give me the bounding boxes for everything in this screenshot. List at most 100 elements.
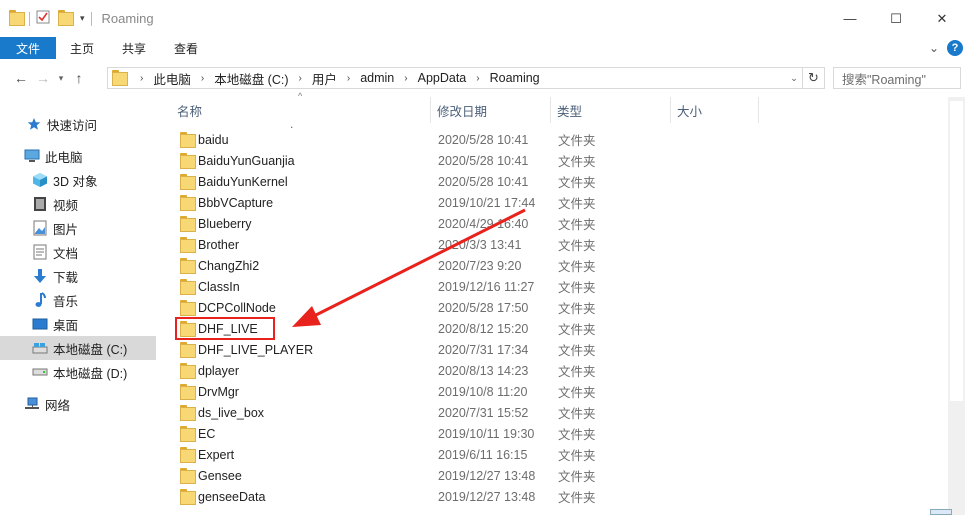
list-item[interactable]: Blueberry 2020/4/29 16:40 文件夹 — [158, 213, 948, 234]
address-bar[interactable]: › 此电脑 › 本地磁盘 (C:) › 用户 › admin › AppData… — [107, 67, 803, 89]
sidebar-item-label: 下载 — [53, 270, 79, 285]
folder-icon — [180, 384, 196, 401]
sidebar-item-videos[interactable]: 视频 — [0, 192, 156, 216]
chevron-right-icon[interactable]: › — [476, 73, 479, 84]
help-icon[interactable]: ? — [947, 40, 963, 56]
list-item[interactable]: DrvMgr 2019/10/8 11:20 文件夹 — [158, 381, 948, 402]
view-toggle-button[interactable] — [930, 509, 952, 515]
folder-icon — [180, 363, 196, 380]
recent-locations-chevron-icon[interactable]: ▾ — [54, 73, 68, 84]
list-item[interactable]: DCPCollNode 2020/5/28 17:50 文件夹 — [158, 297, 948, 318]
list-item[interactable]: genseeData 2019/12/27 13:48 文件夹 — [158, 486, 948, 507]
folder-icon — [180, 447, 196, 464]
list-item[interactable]: dplayer 2020/8/13 14:23 文件夹 — [158, 360, 948, 381]
maximize-button[interactable]: ☐ — [873, 0, 919, 37]
list-item[interactable]: ClassIn 2019/12/16 11:27 文件夹 — [158, 276, 948, 297]
sidebar-item-downloads[interactable]: 下载 — [0, 264, 156, 288]
list-item[interactable]: EC 2019/10/11 19:30 文件夹 — [158, 423, 948, 444]
document-icon — [32, 244, 48, 260]
list-item[interactable]: ds_live_box 2020/7/31 15:52 文件夹 — [158, 402, 948, 423]
file-type: 文件夹 — [558, 134, 596, 148]
list-item[interactable]: DHF_LIVE_PLAYER 2020/7/31 17:34 文件夹 — [158, 339, 948, 360]
expand-ribbon-icon[interactable]: ⌄ — [929, 41, 939, 55]
list-item[interactable]: ChangZhi2 2020/7/23 9:20 文件夹 — [158, 255, 948, 276]
column-divider[interactable] — [550, 97, 551, 123]
scrollbar-thumb[interactable] — [950, 101, 963, 401]
breadcrumb-roaming[interactable]: Roaming — [490, 71, 540, 85]
sidebar-item-documents[interactable]: 文档 — [0, 240, 156, 264]
file-name: BaiduYunGuanjia — [198, 153, 295, 168]
sidebar-item-label: 本地磁盘 (D:) — [53, 366, 128, 381]
file-name: genseeData — [198, 489, 266, 504]
list-item[interactable]: BaiduYunKernel 2020/5/28 10:41 文件夹 — [158, 171, 948, 192]
sidebar-item-label: 3D 对象 — [53, 174, 98, 189]
column-header-modified[interactable]: 修改日期 — [437, 97, 549, 123]
refresh-icon: ↻ — [808, 70, 819, 85]
file-name: Gensee — [198, 468, 242, 483]
back-arrow-icon[interactable]: ← — [10, 70, 32, 86]
chevron-right-icon[interactable]: › — [140, 73, 143, 84]
file-name: baidu — [198, 132, 229, 147]
chevron-right-icon[interactable]: › — [347, 73, 350, 84]
breadcrumb-users[interactable]: 用户 — [312, 69, 337, 88]
sidebar-item-desktop[interactable]: 桌面 — [0, 312, 156, 336]
sidebar-item-pictures[interactable]: 图片 — [0, 216, 156, 240]
column-divider[interactable] — [430, 97, 431, 123]
file-date: 2020/8/13 14:23 — [438, 363, 529, 378]
breadcrumb-local-disk-c[interactable]: 本地磁盘 (C:) — [214, 69, 288, 88]
customize-dropdown-icon[interactable]: ▾ — [80, 13, 85, 24]
tab-share[interactable]: 共享 — [108, 37, 160, 59]
file-type: 文件夹 — [558, 491, 596, 505]
list-item[interactable]: Gensee 2019/12/27 13:48 文件夹 — [158, 465, 948, 486]
sidebar-item-quick-access[interactable]: 快速访问 — [0, 112, 156, 136]
forward-arrow-icon[interactable]: → — [32, 70, 54, 86]
list-item[interactable]: BbbVCapture 2019/10/21 17:44 文件夹 — [158, 192, 948, 213]
file-name: EC — [198, 426, 216, 441]
list-item[interactable]: baidu 2020/5/28 10:41 文件夹 — [158, 129, 948, 150]
folder-icon — [180, 174, 196, 191]
column-header-type[interactable]: 类型 — [557, 97, 669, 123]
sidebar-item-music[interactable]: 音乐 — [0, 288, 156, 312]
column-header-name[interactable]: 名称 — [177, 97, 429, 123]
column-header-size[interactable]: 大小 — [677, 97, 757, 123]
new-folder-icon[interactable] — [58, 10, 74, 27]
desktop-icon — [32, 316, 48, 332]
breadcrumb-this-pc[interactable]: 此电脑 — [153, 69, 191, 88]
list-item[interactable]: Expert 2019/6/11 16:15 文件夹 — [158, 444, 948, 465]
file-date: 2019/10/21 17:44 — [438, 195, 536, 210]
quick-access-toolbar: ▾ — [9, 10, 98, 27]
sidebar-item-local-disk-c[interactable]: 本地磁盘 (C:) — [0, 336, 156, 360]
minimize-button[interactable]: — — [827, 0, 873, 37]
sidebar-item-local-disk-d[interactable]: 本地磁盘 (D:) — [0, 360, 156, 384]
up-arrow-icon[interactable]: ↑ — [68, 70, 90, 86]
folder-icon — [180, 468, 196, 485]
chevron-right-icon[interactable]: › — [299, 73, 302, 84]
tab-file[interactable]: 文件 — [0, 37, 56, 59]
column-divider[interactable] — [758, 97, 759, 123]
sidebar-item-network[interactable]: 网络 — [0, 392, 156, 416]
list-item[interactable]: Brother 2020/3/3 13:41 文件夹 — [158, 234, 948, 255]
list-item[interactable]: BaiduYunGuanjia 2020/5/28 10:41 文件夹 — [158, 150, 948, 171]
list-item[interactable]: . — [158, 123, 948, 131]
breadcrumb-appdata[interactable]: AppData — [418, 71, 467, 85]
breadcrumb-admin[interactable]: admin — [360, 71, 394, 85]
address-dropdown-icon[interactable]: ⌄ — [786, 68, 802, 88]
window-controls: — ☐ ✕ — [827, 0, 965, 37]
tab-home[interactable]: 主页 — [56, 37, 108, 59]
search-input[interactable]: 搜索"Roaming" — [833, 67, 961, 89]
file-type: 文件夹 — [558, 218, 596, 232]
sidebar-item-this-pc[interactable]: 此电脑 — [0, 144, 156, 168]
folder-icon — [180, 195, 196, 212]
sidebar-item-3d-objects[interactable]: 3D 对象 — [0, 168, 156, 192]
column-divider[interactable] — [670, 97, 671, 123]
close-button[interactable]: ✕ — [919, 0, 965, 37]
tab-view[interactable]: 查看 — [160, 37, 212, 59]
chevron-right-icon[interactable]: › — [201, 73, 204, 84]
list-item[interactable]: DHF_LIVE 2020/8/12 15:20 文件夹 — [158, 318, 948, 339]
refresh-button[interactable]: ↻ — [803, 67, 825, 89]
folder-icon[interactable] — [9, 10, 25, 27]
vertical-scrollbar[interactable] — [948, 97, 965, 515]
properties-icon[interactable] — [36, 10, 50, 27]
navigation-bar: ← → ▾ ↑ › 此电脑 › 本地磁盘 (C:) › 用户 › admin ›… — [0, 59, 965, 97]
chevron-right-icon[interactable]: › — [404, 73, 407, 84]
